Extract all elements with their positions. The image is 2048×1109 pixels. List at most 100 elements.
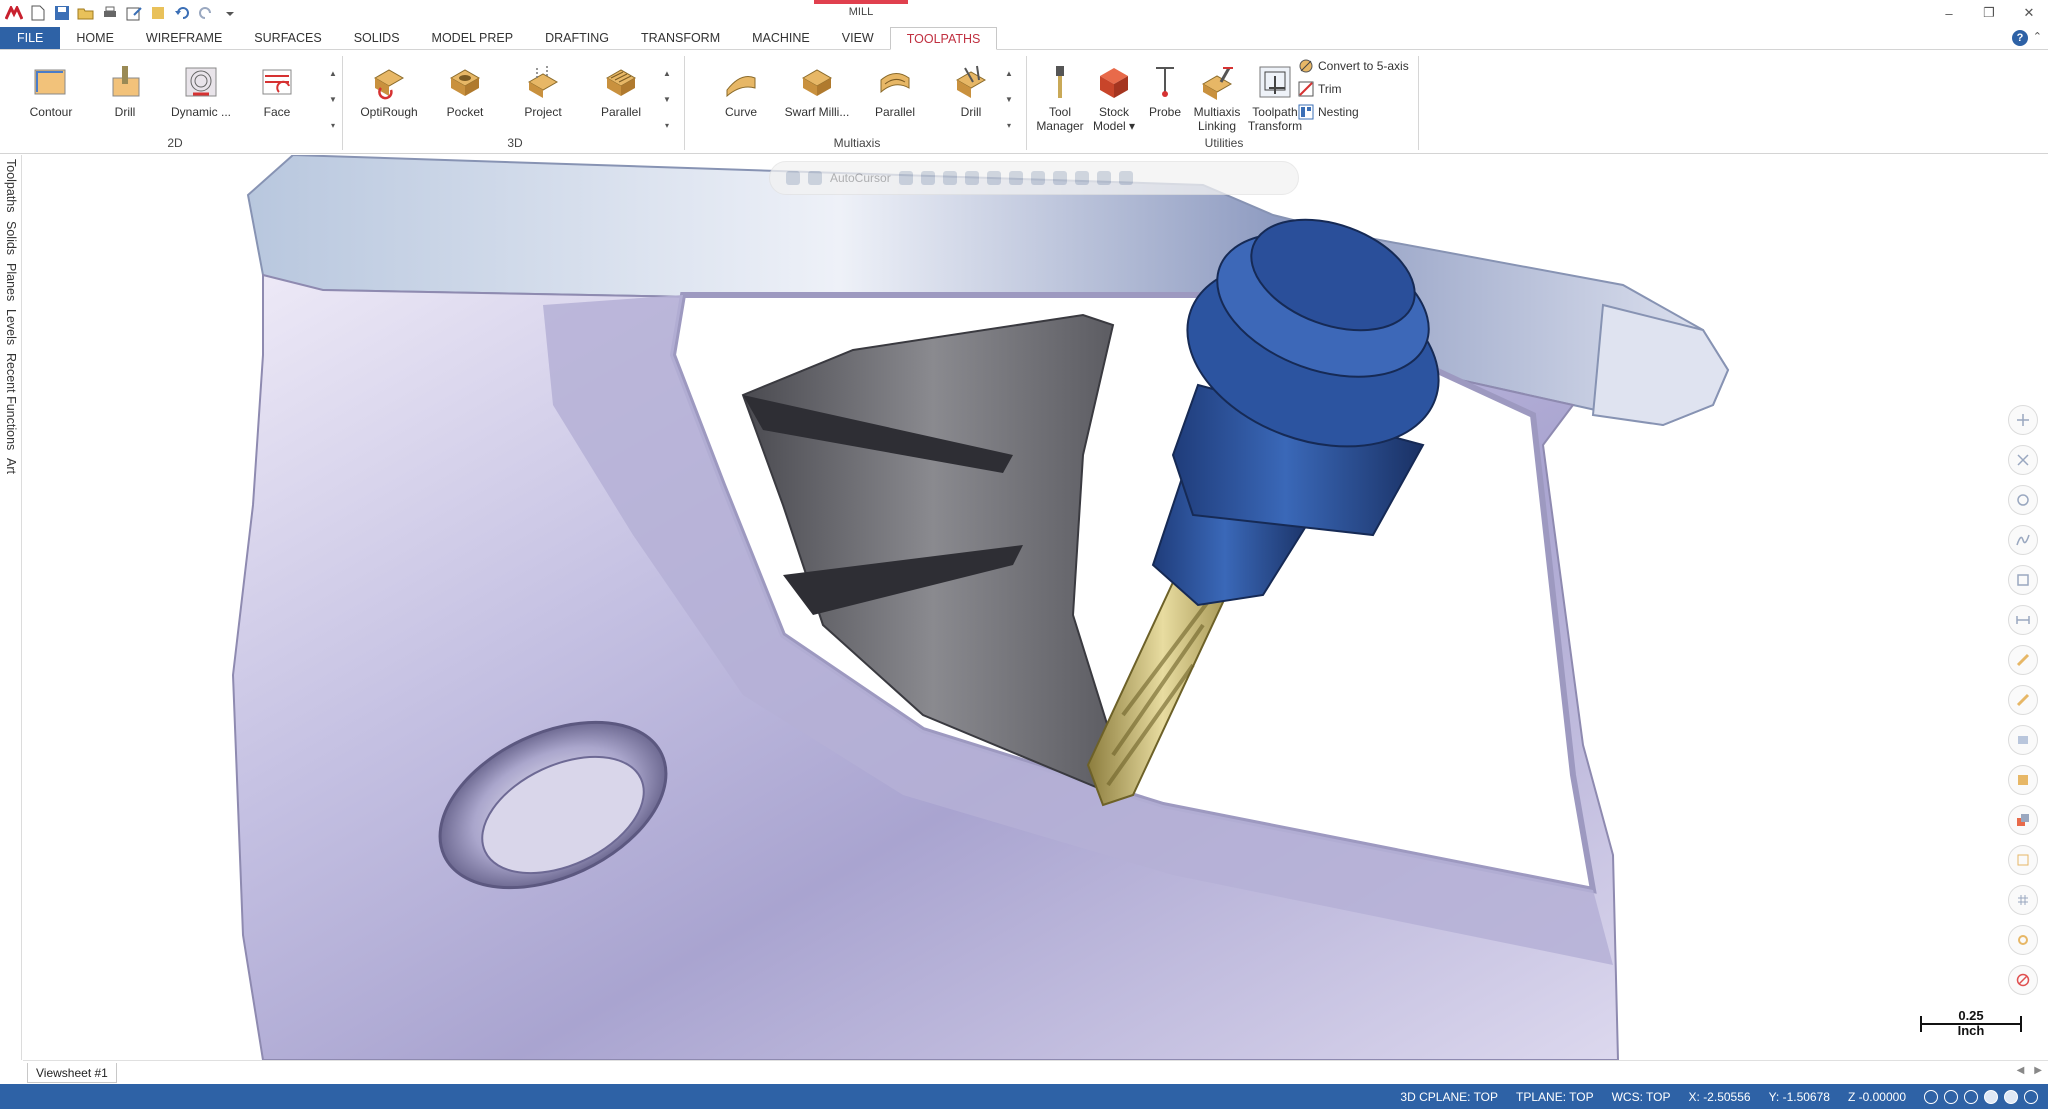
scroll-up-icon[interactable]: ▲ <box>327 64 339 82</box>
gallery-3d-scroll[interactable]: ▲ ▼ ▾ <box>660 64 674 134</box>
nesting-button[interactable]: Nesting <box>1298 102 1409 121</box>
gallery-multiaxis-scroll[interactable]: ▲ ▼ ▾ <box>1002 64 1016 134</box>
wireframe-globe-icon[interactable] <box>1924 1089 1938 1104</box>
stock-icon[interactable] <box>2008 765 2038 795</box>
print-icon[interactable] <box>100 3 120 23</box>
project-button[interactable]: Project <box>508 62 578 119</box>
select-arrow-icon[interactable] <box>920 171 935 185</box>
swarf-milling-button[interactable]: Swarf Milli... <box>782 62 852 119</box>
cplane-status[interactable]: 3D CPLANE: TOP <box>1400 1090 1498 1104</box>
optirough-button[interactable]: OptiRough <box>354 62 424 119</box>
app-logo-icon[interactable] <box>4 4 24 22</box>
analyze-icon[interactable] <box>2008 565 2038 595</box>
shaded-globe-icon[interactable] <box>1964 1089 1978 1104</box>
scroll-up-icon[interactable]: ▲ <box>661 64 673 82</box>
translucency-icon[interactable] <box>2024 1089 2038 1104</box>
undo-icon[interactable] <box>172 3 192 23</box>
autocursor-icon[interactable] <box>808 171 822 185</box>
dimension-icon[interactable] <box>2008 605 2038 635</box>
help-icon[interactable]: ? <box>2012 30 2028 46</box>
tab-toolpaths[interactable]: TOOLPATHS <box>889 27 998 50</box>
select-solid-icon[interactable] <box>942 171 957 185</box>
parallel-multiaxis-button[interactable]: Parallel <box>860 62 930 119</box>
tab-machine[interactable]: MACHINE <box>736 27 826 49</box>
lock-icon[interactable] <box>786 171 800 185</box>
grid-icon[interactable] <box>2008 885 2038 915</box>
probe-button[interactable]: Probe <box>1140 62 1190 119</box>
side-tab-planes[interactable]: Planes <box>4 263 18 301</box>
tab-home[interactable]: HOME <box>60 27 130 49</box>
restore-icon[interactable]: ❐ <box>1980 4 1998 22</box>
cancel-icon[interactable] <box>2008 965 2038 995</box>
spline-icon[interactable] <box>2008 525 2038 555</box>
drill-2d-button[interactable]: Drill <box>90 62 160 119</box>
tab-solids[interactable]: SOLIDS <box>338 27 416 49</box>
wcs-status[interactable]: WCS: TOP <box>1612 1090 1671 1104</box>
refresh-icon[interactable] <box>1096 171 1111 185</box>
save-icon[interactable] <box>52 3 72 23</box>
verify-part-icon[interactable] <box>2008 725 2038 755</box>
zoom-in-icon[interactable] <box>2008 405 2038 435</box>
save-as-icon[interactable] <box>124 3 144 23</box>
circle-icon[interactable] <box>2008 485 2038 515</box>
tab-drafting[interactable]: DRAFTING <box>529 27 625 49</box>
chevron-right-icon[interactable]: ▶ <box>2034 1065 2042 1076</box>
scroll-down-icon[interactable]: ▼ <box>327 90 339 108</box>
new-icon[interactable] <box>28 3 48 23</box>
tab-wireframe[interactable]: WIREFRAME <box>130 27 238 49</box>
transform-icon[interactable] <box>2008 805 2038 835</box>
curve-button[interactable]: Curve <box>706 62 776 119</box>
scroll-down-icon[interactable]: ▼ <box>661 90 673 108</box>
graphics-viewport[interactable]: AutoCursor 0.25 Inch <box>23 155 2048 1060</box>
convert-to-5-axis-button[interactable]: Convert to 5-axis <box>1298 56 1409 75</box>
contour-button[interactable]: Contour <box>16 62 86 119</box>
redo-icon[interactable] <box>196 3 216 23</box>
tool-icon[interactable] <box>2008 645 2038 675</box>
multiaxis-linking-button[interactable]: Multiaxis Linking <box>1186 62 1248 133</box>
scroll-up-icon[interactable]: ▲ <box>1003 64 1015 82</box>
side-tab-levels[interactable]: Levels <box>4 309 18 345</box>
expand-gallery-icon[interactable]: ▾ <box>661 116 673 134</box>
face-button[interactable]: Face <box>242 62 312 119</box>
tab-surfaces[interactable]: SURFACES <box>238 27 337 49</box>
recent-icon[interactable] <box>148 3 168 23</box>
select-feature-icon[interactable] <box>1008 171 1023 185</box>
expand-gallery-icon[interactable]: ▾ <box>327 116 339 134</box>
scroll-down-icon[interactable]: ▼ <box>1003 90 1015 108</box>
tab-file[interactable]: FILE <box>0 27 61 49</box>
stock-model-button[interactable]: Stock Model ▾ <box>1086 62 1142 133</box>
expand-gallery-icon[interactable]: ▾ <box>1003 116 1015 134</box>
parallel-3d-button[interactable]: Parallel <box>586 62 656 119</box>
shaded-outline-icon[interactable] <box>1984 1089 1998 1104</box>
side-tab-recent-functions[interactable]: Recent Functions <box>4 353 18 450</box>
open-icon[interactable] <box>76 3 96 23</box>
side-tab-art[interactable]: Art <box>4 458 18 474</box>
delete-icon[interactable] <box>2008 445 2038 475</box>
drill-multiaxis-button[interactable]: Drill <box>936 62 1006 119</box>
verify-icon[interactable] <box>1074 171 1089 185</box>
select-body-icon[interactable] <box>986 171 1001 185</box>
clear-icon[interactable] <box>1118 171 1133 185</box>
chain-select-icon[interactable] <box>1052 171 1067 185</box>
minimize-icon[interactable]: – <box>1940 4 1958 22</box>
shaded-icon[interactable] <box>2004 1089 2018 1104</box>
close-icon[interactable]: ✕ <box>2020 4 2038 22</box>
customize-icon[interactable] <box>220 3 240 23</box>
window-select-icon[interactable] <box>1030 171 1045 185</box>
dynamic-button[interactable]: Dynamic ... <box>166 62 236 119</box>
autocursor-label[interactable]: AutoCursor <box>830 171 891 185</box>
toolpath-icon[interactable] <box>2008 685 2038 715</box>
tool-manager-button[interactable]: Tool Manager <box>1032 62 1088 133</box>
tplane-status[interactable]: TPLANE: TOP <box>1516 1090 1594 1104</box>
select-face-icon[interactable] <box>964 171 979 185</box>
tab-model-prep[interactable]: MODEL PREP <box>416 27 530 49</box>
side-tab-toolpaths[interactable]: Toolpaths <box>4 159 18 213</box>
pocket-button[interactable]: Pocket <box>430 62 500 119</box>
side-tab-solids[interactable]: Solids <box>4 221 18 255</box>
tab-transform[interactable]: TRANSFORM <box>625 27 736 49</box>
viewsheet-tab[interactable]: Viewsheet #1 <box>27 1063 117 1083</box>
settings-icon[interactable] <box>2008 925 2038 955</box>
trim-button[interactable]: Trim <box>1298 79 1409 98</box>
collapse-ribbon-icon[interactable]: ⌃ <box>2033 30 2042 43</box>
layout-icon[interactable] <box>2008 845 2038 875</box>
